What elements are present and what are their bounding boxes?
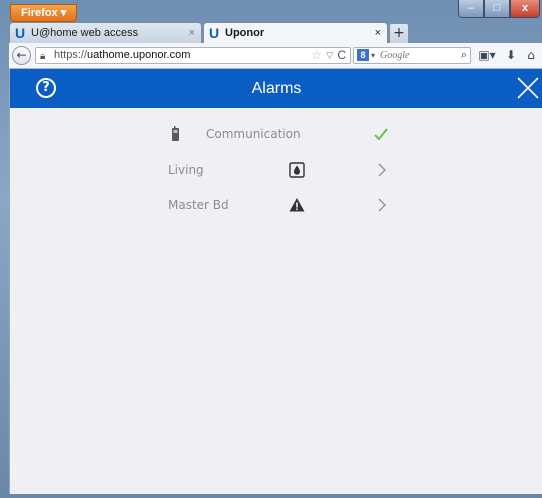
tab-uhome-web-access[interactable]: U U@home web access × xyxy=(9,22,202,43)
uponor-favicon-icon: U xyxy=(15,25,26,41)
humidity-alarm-icon xyxy=(289,162,305,178)
search-engine-dropdown-icon[interactable]: ▾ xyxy=(371,48,375,63)
alarm-row-label: Communication xyxy=(206,127,301,141)
alarm-row-living[interactable]: Living xyxy=(10,156,542,184)
maximize-button[interactable]: □ xyxy=(484,0,510,18)
tab-close-icon[interactable]: × xyxy=(375,23,381,43)
firefox-menu-button[interactable]: Firefox ▾ xyxy=(10,4,78,22)
tab-label: Uponor xyxy=(225,27,265,39)
alarm-row-communication[interactable]: Communication xyxy=(10,120,542,148)
alarm-row-master-bd[interactable]: Master Bd xyxy=(10,191,542,219)
firefox-menu-label: Firefox xyxy=(21,7,58,19)
navigation-toolbar: ← 🔒︎ https://uathome.uponor.com ☆ ▽ C 8 … xyxy=(9,43,542,69)
downloads-icon[interactable]: ⬇ xyxy=(503,47,519,64)
url-history-dropdown-icon[interactable]: ▽ xyxy=(326,48,333,63)
tab-close-icon[interactable]: × xyxy=(189,23,195,43)
search-engine-icon[interactable]: 8 xyxy=(357,49,369,61)
search-bar[interactable]: 8 ▾ Google ⌕ xyxy=(353,47,471,64)
search-icon[interactable]: ⌕ xyxy=(461,48,467,63)
search-placeholder: Google xyxy=(380,50,410,61)
tab-label: U@home web access xyxy=(31,27,139,39)
alarm-row-label: Master Bd xyxy=(168,198,229,212)
warning-icon xyxy=(289,198,305,212)
ok-check-icon xyxy=(374,128,388,141)
close-alarms-icon[interactable] xyxy=(517,77,539,99)
chevron-right-icon xyxy=(378,198,386,212)
minimize-button[interactable]: – xyxy=(458,0,484,18)
back-arrow-icon: ← xyxy=(16,48,27,62)
back-button[interactable]: ← xyxy=(12,46,31,65)
window-bottom-border xyxy=(9,494,542,498)
alarm-row-label: Living xyxy=(168,163,204,177)
url-text: https://uathome.uponor.com xyxy=(54,49,191,61)
bookmark-star-icon[interactable]: ☆ xyxy=(311,48,322,63)
alarms-header: ? Alarms xyxy=(10,69,542,108)
page-title: Alarms xyxy=(251,80,302,97)
chevron-right-icon xyxy=(378,163,386,177)
url-bar[interactable]: 🔒︎ https://uathome.uponor.com ☆ ▽ C xyxy=(35,47,351,64)
uponor-favicon-icon: U xyxy=(209,25,220,41)
browser-window: Firefox ▾ – □ x U U@home web access × U … xyxy=(0,0,542,498)
phone-icon xyxy=(172,126,179,141)
tab-uponor[interactable]: U Uponor × xyxy=(203,22,388,43)
bookmarks-menu-icon[interactable]: ▣▾ xyxy=(475,47,499,64)
new-tab-button[interactable]: + xyxy=(389,23,409,43)
reload-icon[interactable]: C xyxy=(337,48,346,63)
close-window-button[interactable]: x xyxy=(510,0,540,18)
lock-icon: 🔒︎ xyxy=(40,51,46,62)
alarms-page: ? Alarms Communication Living Master Bd xyxy=(9,69,542,498)
home-icon[interactable]: ⌂ xyxy=(523,47,539,64)
